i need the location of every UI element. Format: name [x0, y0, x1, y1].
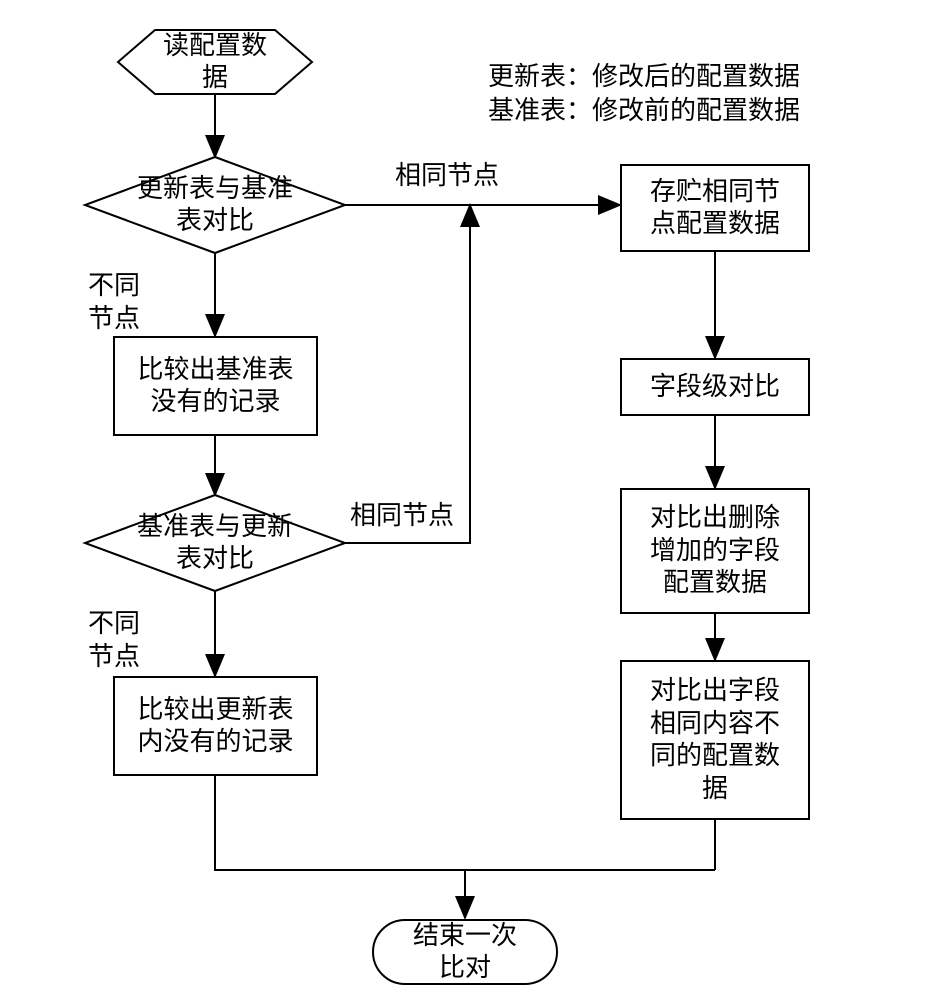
process-update-missing-records: 比较出更新表 内没有的记录	[113, 676, 318, 776]
start-node: 读配置数 据	[118, 30, 312, 94]
edge-same-node-2: 相同节点	[350, 500, 454, 533]
legend-line2-value: 修改前的配置数据	[592, 96, 800, 125]
legend-line2: 基准表：修改前的配置数据	[475, 62, 800, 127]
process-same-field-diff-content: 对比出字段 相同内容不 同的配置数 据	[620, 660, 810, 820]
edge-same-node-1: 相同节点	[395, 160, 499, 193]
end-node: 结束一次 比对	[373, 920, 557, 984]
process-added-removed-fields: 对比出删除 增加的字段 配置数据	[620, 488, 810, 614]
edge-diff-node-2: 不同 节点	[88, 608, 140, 673]
decision-compare-update-base: 更新表与基准 表对比	[120, 172, 310, 238]
legend-line2-label: 基准表：	[488, 96, 592, 125]
process-base-missing-records: 比较出基准表 没有的记录	[113, 336, 318, 436]
process-store-same-node-config: 存贮相同节 点配置数据	[620, 164, 810, 252]
decision-compare-base-update: 基准表与更新 表对比	[120, 510, 310, 576]
process-field-level-compare: 字段级对比	[620, 358, 810, 416]
edge-diff-node-1: 不同 节点	[88, 270, 140, 335]
